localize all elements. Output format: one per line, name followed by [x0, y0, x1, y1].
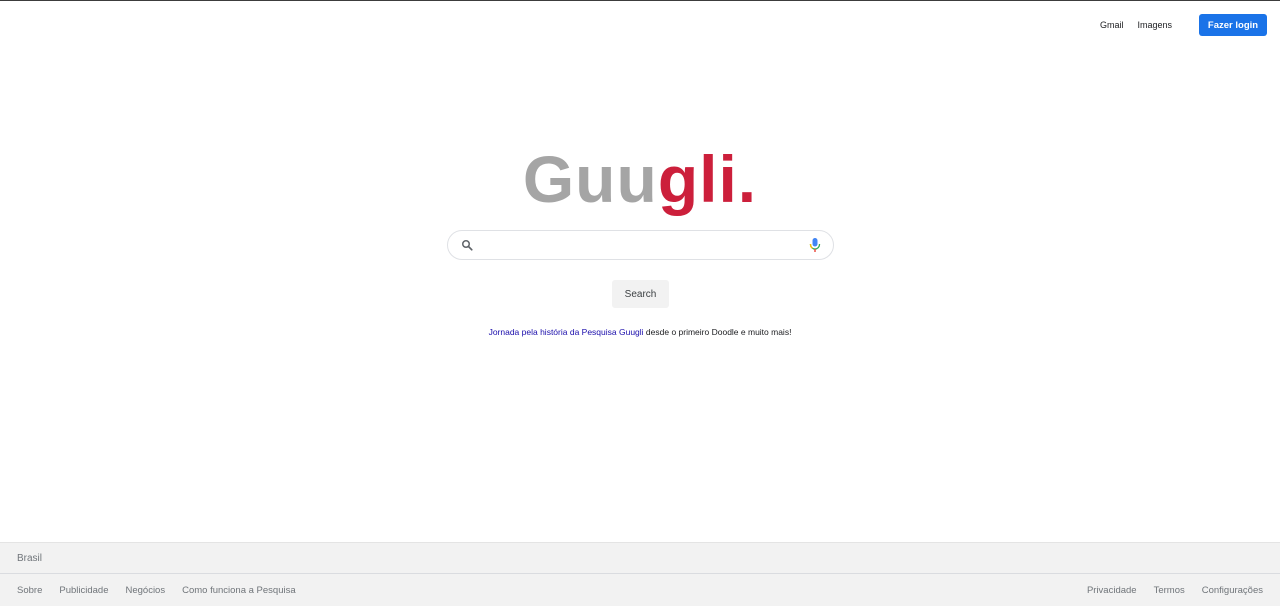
search-icon: [462, 240, 473, 251]
footer-left-links: Sobre Publicidade Negócios Como funciona…: [17, 585, 313, 596]
footer-links-bar: Sobre Publicidade Negócios Como funciona…: [0, 574, 1280, 606]
images-link[interactable]: Imagens: [1137, 20, 1172, 30]
footer-link-privacy[interactable]: Privacidade: [1087, 585, 1137, 596]
footer-right-links: Privacidade Termos Configurações: [1070, 585, 1263, 596]
logo-gray-part: Guu: [522, 142, 658, 216]
footer-link-advertising[interactable]: Publicidade: [59, 585, 108, 596]
footer-country-bar: Brasil: [0, 542, 1280, 574]
footer-link-settings[interactable]: Configurações: [1202, 585, 1263, 596]
search-button[interactable]: Search: [612, 280, 669, 308]
footer-link-about[interactable]: Sobre: [17, 585, 42, 596]
search-box[interactable]: [447, 230, 834, 260]
gmail-link[interactable]: Gmail: [1100, 20, 1124, 30]
search-input[interactable]: [473, 231, 809, 259]
promo-text: Jornada pela história da Pesquisa Guugli…: [0, 327, 1280, 337]
logo: Guugli.: [0, 141, 1280, 217]
login-button[interactable]: Fazer login: [1199, 14, 1267, 36]
mic-icon[interactable]: [809, 237, 821, 253]
top-bar: Gmail Imagens Fazer login: [1100, 1, 1280, 49]
footer-link-business[interactable]: Negócios: [125, 585, 165, 596]
promo-link[interactable]: Jornada pela história da Pesquisa Guugli: [489, 327, 644, 337]
footer-country: Brasil: [17, 552, 43, 564]
footer: Brasil Sobre Publicidade Negócios Como f…: [0, 542, 1280, 606]
promo-rest: desde o primeiro Doodle e muito mais!: [643, 327, 792, 337]
footer-link-how-search-works[interactable]: Como funciona a Pesquisa: [182, 585, 296, 596]
footer-link-terms[interactable]: Termos: [1154, 585, 1185, 596]
logo-red-part: gli.: [657, 142, 758, 216]
